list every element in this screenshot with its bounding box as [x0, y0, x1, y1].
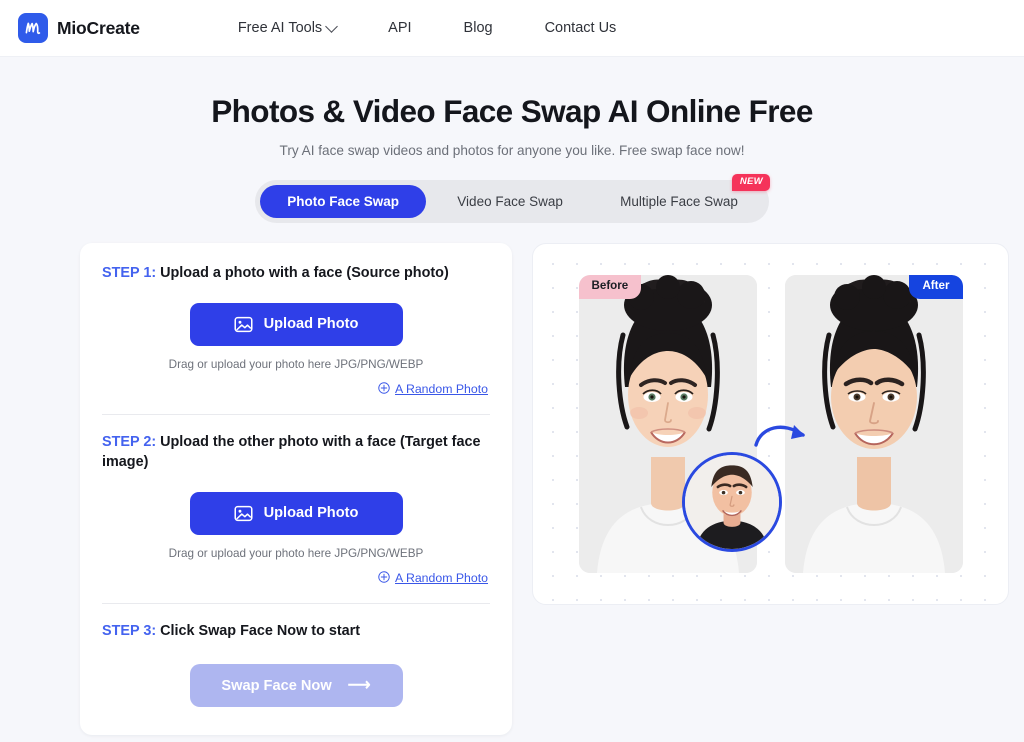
site-header: MioCreate Free AI Tools API Blog Contact…	[0, 0, 1024, 57]
nav-item-free-ai-tools[interactable]: Free AI Tools	[212, 19, 362, 36]
nav-label-free-ai-tools: Free AI Tools	[237, 20, 323, 36]
plus-circle-icon	[378, 381, 390, 397]
preview-panel: Before After	[532, 243, 1009, 606]
tab-multiple-face-swap-label: Multiple Face Swap	[620, 194, 738, 210]
upload-photo-button-1-label: Upload Photo	[263, 316, 359, 333]
step-2-block: STEP 2: Upload the other photo with a fa…	[102, 415, 490, 586]
step-1-number: STEP 1:	[102, 265, 157, 282]
upload-photo-button-2[interactable]: Upload Photo	[189, 491, 403, 535]
step-2-random-row: A Random Photo	[102, 570, 490, 586]
step-1-random-row: A Random Photo	[102, 381, 490, 397]
tab-photo-face-swap[interactable]: Photo Face Swap	[260, 185, 427, 219]
step-1-text: Upload a photo with a face (Source photo…	[156, 265, 449, 282]
step-2-number: STEP 2:	[102, 433, 157, 450]
nav-item-blog[interactable]: Blog	[438, 20, 519, 36]
image-icon	[234, 315, 253, 334]
step-3-text: Click Swap Face Now to start	[156, 622, 361, 639]
image-icon	[234, 504, 253, 523]
page-title: Photos & Video Face Swap AI Online Free	[211, 93, 813, 129]
brand-logo-link[interactable]: MioCreate	[18, 13, 140, 43]
page-subtitle: Try AI face swap videos and photos for a…	[279, 143, 745, 159]
nav-item-api[interactable]: API	[362, 20, 437, 36]
swap-face-now-label: Swap Face Now	[221, 677, 332, 694]
tab-multiple-face-swap[interactable]: Multiple Face Swap NEW	[594, 174, 770, 218]
before-badge: Before	[578, 275, 642, 299]
step-2-text: Upload the other photo with a face (Targ…	[102, 433, 481, 471]
nav-item-contact-us[interactable]: Contact Us	[519, 20, 643, 36]
main-nav: Free AI Tools API Blog Contact Us	[212, 19, 643, 36]
random-photo-link-1-label: A Random Photo	[395, 382, 488, 397]
swap-face-now-button[interactable]: Swap Face Now ⟶	[189, 664, 403, 708]
hero-section: Photos & Video Face Swap AI Online Free …	[0, 57, 1024, 158]
step-1-hint: Drag or upload your photo here JPG/PNG/W…	[168, 357, 424, 371]
upload-photo-button-1[interactable]: Upload Photo	[189, 302, 403, 346]
step-3-label: STEP 3: Click Swap Face Now to start	[102, 621, 490, 641]
random-photo-link-1[interactable]: A Random Photo	[378, 381, 488, 397]
after-badge: After	[909, 275, 963, 299]
brand-name: MioCreate	[57, 17, 140, 38]
random-photo-link-2-label: A Random Photo	[395, 571, 488, 586]
step-1-upload-row: Upload Photo	[102, 302, 490, 346]
step-3-block: STEP 3: Click Swap Face Now to start Swa…	[102, 604, 490, 708]
upload-photo-button-2-label: Upload Photo	[263, 505, 359, 522]
miocreate-logo-icon	[18, 13, 48, 43]
mode-tabs-container: Photo Face Swap Video Face Swap Multiple…	[0, 174, 1024, 224]
step-2-hint: Drag or upload your photo here JPG/PNG/W…	[168, 546, 424, 560]
mode-tabs: Photo Face Swap Video Face Swap Multiple…	[255, 174, 770, 224]
new-badge: NEW	[731, 174, 770, 191]
step-3-number: STEP 3:	[102, 622, 157, 639]
source-face-thumbnail	[681, 452, 782, 553]
random-photo-link-2[interactable]: A Random Photo	[378, 570, 488, 586]
arrow-right-icon: ⟶	[347, 676, 371, 694]
plus-circle-icon	[378, 570, 390, 586]
step-3-action-row: Swap Face Now ⟶	[102, 664, 490, 708]
step-1-label: STEP 1: Upload a photo with a face (Sour…	[102, 263, 490, 283]
tab-video-face-swap[interactable]: Video Face Swap	[426, 185, 594, 218]
step-1-block: STEP 1: Upload a photo with a face (Sour…	[102, 263, 490, 396]
steps-panel: STEP 1: Upload a photo with a face (Sour…	[80, 243, 512, 736]
chevron-down-icon	[325, 19, 339, 33]
step-2-label: STEP 2: Upload the other photo with a fa…	[102, 432, 490, 473]
swap-direction-arrow-icon	[753, 419, 817, 458]
step-2-upload-row: Upload Photo	[102, 491, 490, 535]
main-content: STEP 1: Upload a photo with a face (Sour…	[0, 223, 1024, 736]
